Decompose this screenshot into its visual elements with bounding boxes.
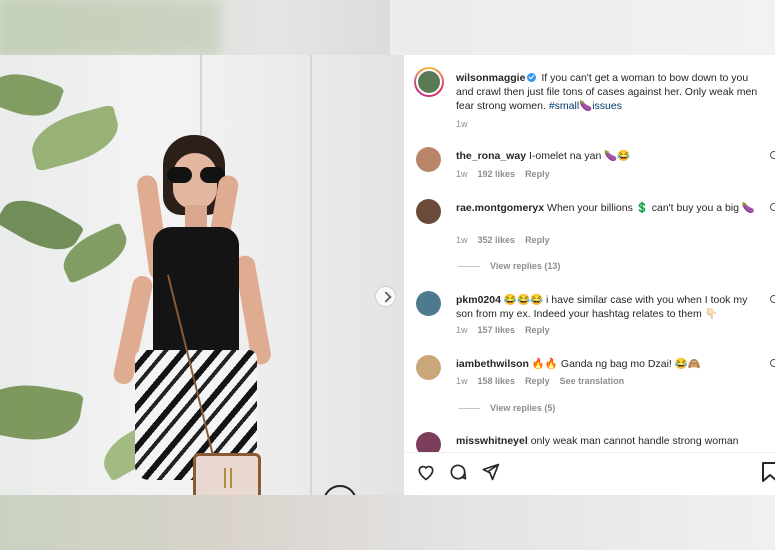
reply-button[interactable]: Reply <box>525 169 550 179</box>
heart-icon[interactable] <box>770 295 775 303</box>
handbag <box>193 453 261 495</box>
reply-button[interactable]: Reply <box>525 376 550 386</box>
caption-username[interactable]: wilsonmaggie <box>456 72 525 84</box>
comment-likes[interactable]: 352 likes <box>478 235 516 245</box>
save-icon[interactable] <box>760 462 775 482</box>
foliage <box>0 376 85 449</box>
avatar[interactable] <box>416 147 441 172</box>
comment-text: I-omelet na yan 🍆😂 <box>528 150 631 162</box>
heart-icon[interactable] <box>770 203 775 211</box>
comment-time: 1w <box>456 376 468 386</box>
comments-panel: wilsonmaggie If you can't get a woman to… <box>404 55 775 495</box>
next-arrow-icon[interactable] <box>375 286 396 307</box>
comment-text: When your billions 💲 can't buy you a big… <box>547 202 755 214</box>
comment-username[interactable]: pkm0204 <box>456 294 501 306</box>
comment-icon[interactable] <box>448 462 468 482</box>
reply-button[interactable]: Reply <box>525 235 550 245</box>
sunglasses <box>167 167 225 183</box>
post-photo <box>0 55 404 495</box>
caption-hashtag[interactable]: #small🍆issues <box>549 100 622 112</box>
verified-icon <box>527 73 537 82</box>
comment-likes[interactable]: 157 likes <box>478 325 516 335</box>
comment-text: only weak man cannot handle strong woman <box>530 435 739 447</box>
action-bar <box>404 452 775 495</box>
comment-username[interactable]: rae.montgomeryx <box>456 202 544 214</box>
comment-time: 1w <box>456 169 468 179</box>
comment-likes[interactable]: 158 likes <box>478 376 516 386</box>
caption-time: 1w <box>456 119 468 129</box>
comment-time: 1w <box>456 235 468 245</box>
heart-icon[interactable] <box>770 151 775 159</box>
comment-username[interactable]: the_rona_way <box>456 150 526 162</box>
comment-likes[interactable]: 192 likes <box>478 169 516 179</box>
comment-username[interactable]: iambethwilson <box>456 358 529 370</box>
comment-username[interactable]: misswhitneyel <box>456 435 528 447</box>
share-icon[interactable] <box>480 462 500 482</box>
model-figure <box>111 135 285 495</box>
avatar[interactable] <box>416 291 441 316</box>
comment-time: 1w <box>456 325 468 335</box>
comment-text: 🔥🔥 Ganda ng bag mo Dzai! 😂🙈 <box>531 358 701 370</box>
foliage <box>0 64 65 126</box>
reply-button[interactable]: Reply <box>525 325 550 335</box>
wall-panel <box>310 55 312 495</box>
avatar[interactable] <box>416 199 441 224</box>
heart-icon[interactable] <box>416 462 436 482</box>
view-replies-label[interactable]: View replies (5) <box>490 403 555 413</box>
avatar[interactable] <box>414 67 444 97</box>
avatar[interactable] <box>416 355 441 380</box>
carousel-indicator <box>323 485 357 495</box>
post-modal: wilsonmaggie If you can't get a woman to… <box>0 55 775 495</box>
view-replies-label[interactable]: View replies (13) <box>490 261 560 271</box>
heart-icon[interactable] <box>770 359 775 367</box>
view-replies[interactable]: View replies (5) <box>458 403 555 413</box>
see-translation-button[interactable]: See translation <box>560 376 625 386</box>
view-replies[interactable]: View replies (13) <box>458 261 560 271</box>
